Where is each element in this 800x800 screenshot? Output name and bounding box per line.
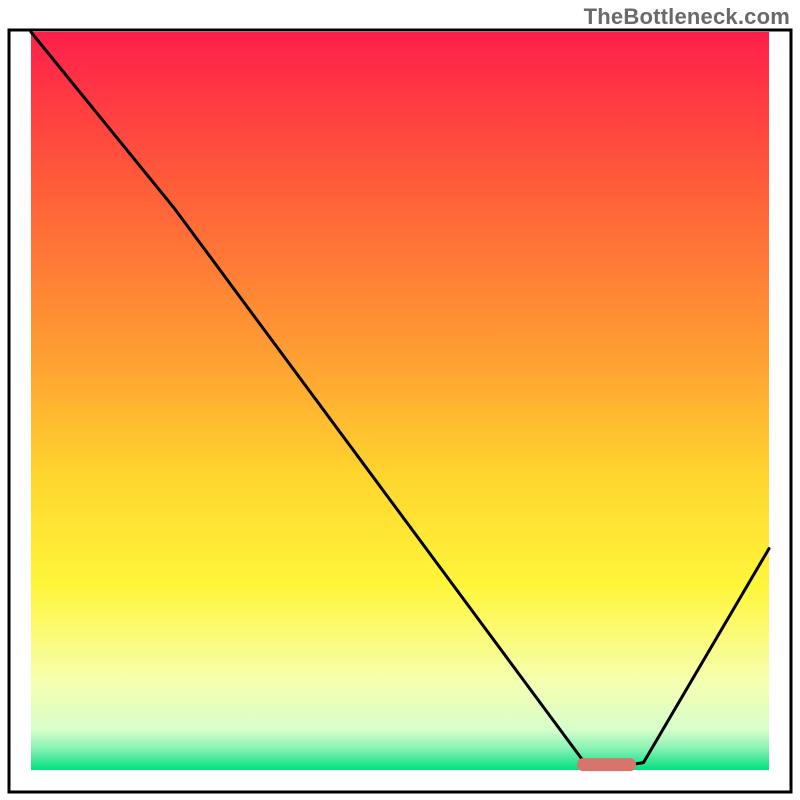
chart-svg bbox=[0, 0, 800, 800]
chart-wrapper: TheBottleneck.com bbox=[0, 0, 800, 800]
chart-plot-area bbox=[31, 32, 769, 770]
min-marker bbox=[577, 758, 636, 771]
